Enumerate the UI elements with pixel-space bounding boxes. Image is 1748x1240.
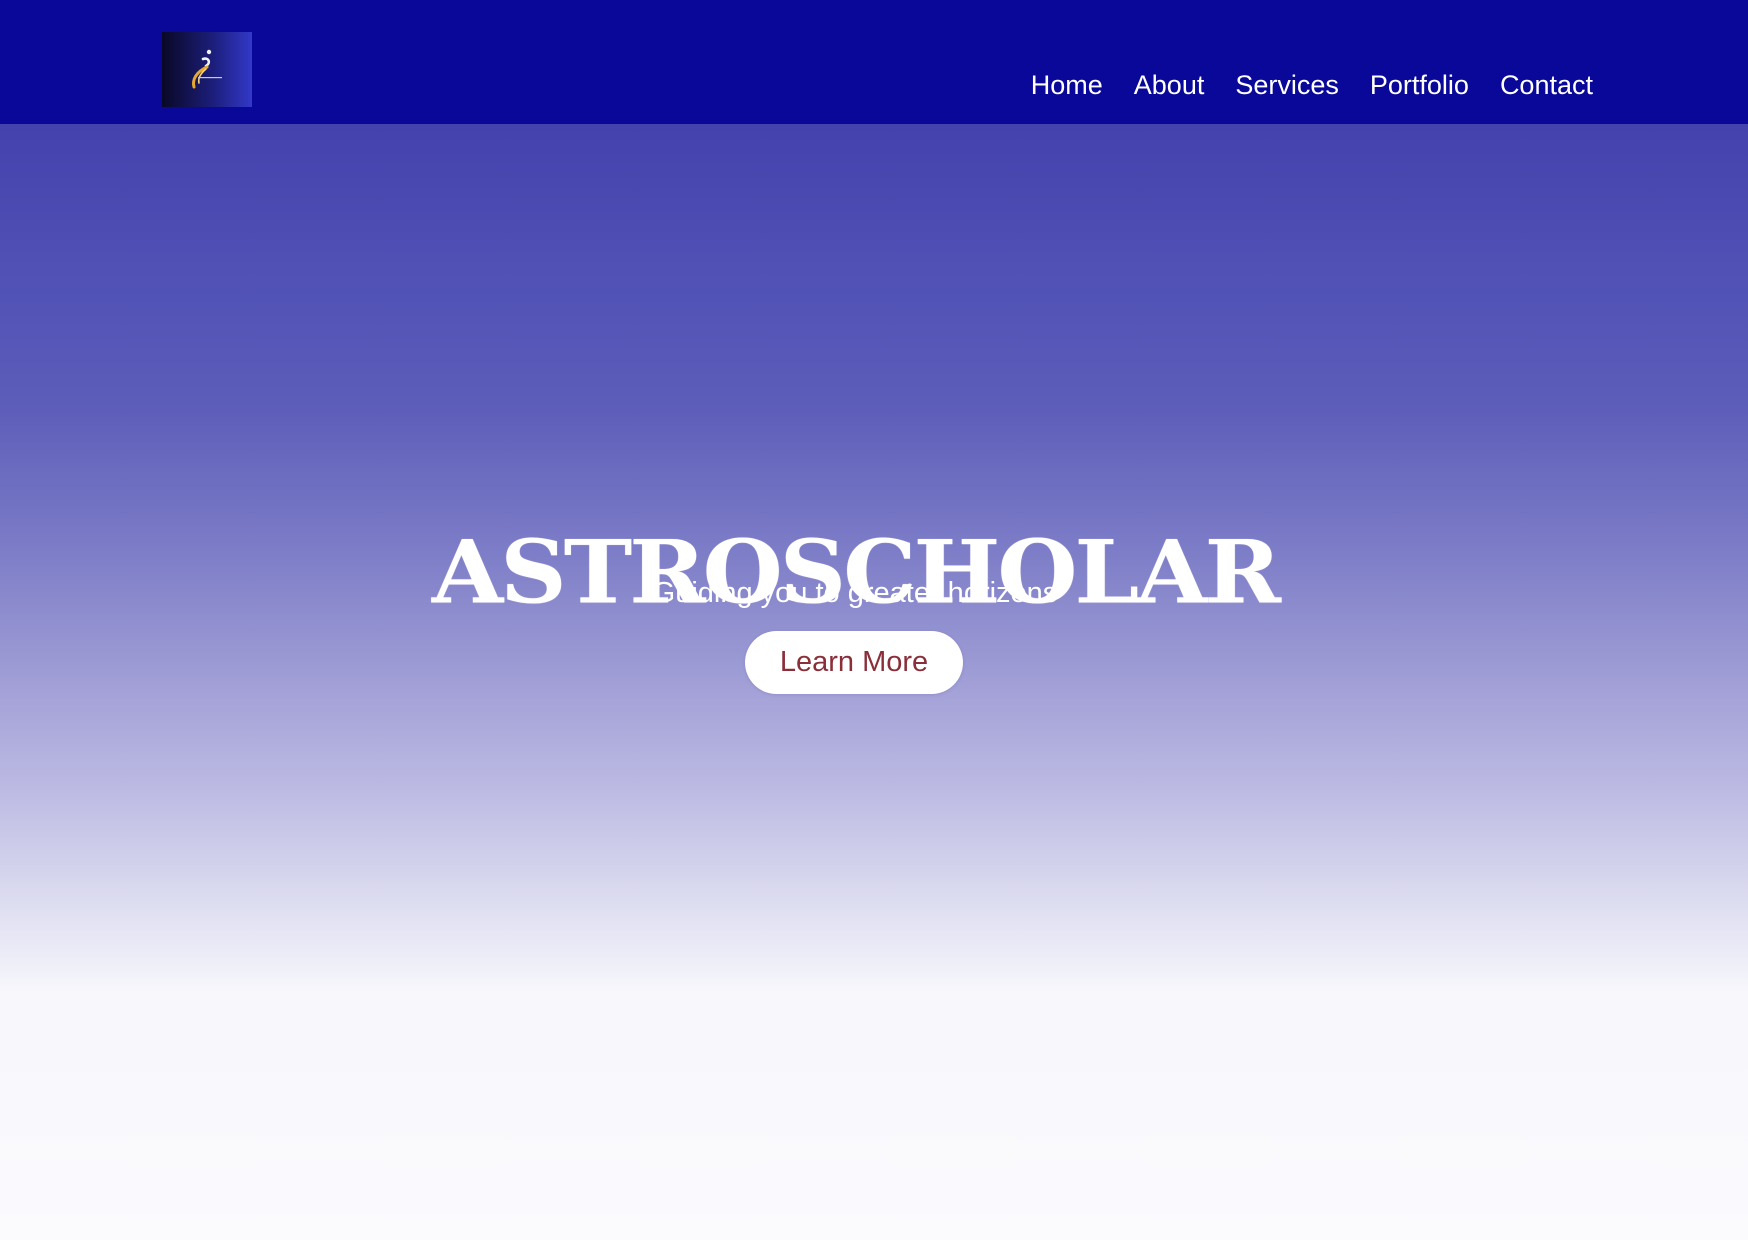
nav-link-about[interactable]: About	[1134, 67, 1205, 103]
learn-more-button[interactable]: Learn More	[745, 631, 963, 694]
nav-link-services[interactable]: Services	[1235, 67, 1339, 103]
logo[interactable]	[162, 32, 252, 107]
nav-link-contact[interactable]: Contact	[1500, 67, 1593, 103]
nav-link-home[interactable]: Home	[1031, 67, 1103, 103]
hero-top-band	[0, 124, 1748, 287]
hero-section	[0, 287, 1748, 1240]
hero-subtitle: Guiding you to greater horizons	[652, 577, 1058, 609]
nav-link-portfolio[interactable]: Portfolio	[1370, 67, 1469, 103]
main-nav: Home About Services Portfolio Contact	[1031, 67, 1593, 103]
astroscholar-logo-icon	[192, 49, 222, 89]
navbar: Home About Services Portfolio Contact	[0, 0, 1748, 124]
